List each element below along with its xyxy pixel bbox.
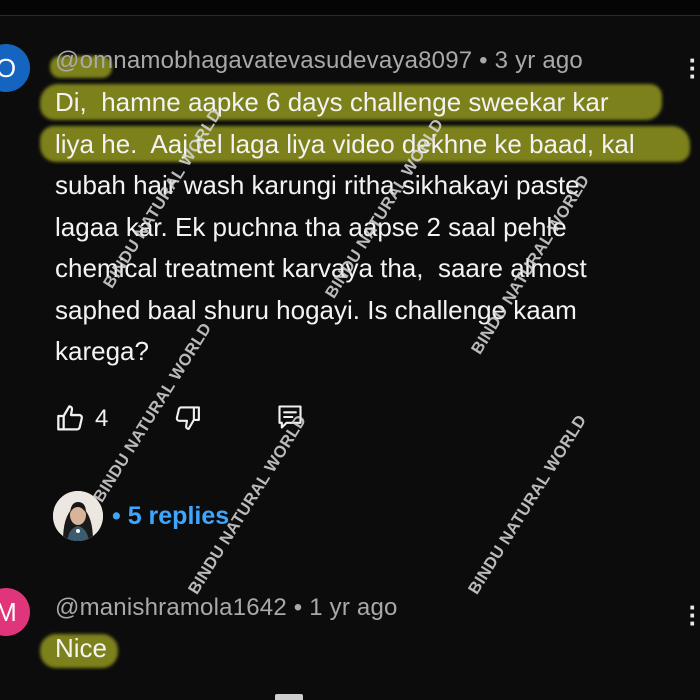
watermark: BINDU NATURAL WORLD: [465, 411, 591, 598]
comment-line: saphed baal shuru hogayi. Is challenge k…: [55, 294, 577, 325]
commenter-avatar[interactable]: O: [0, 44, 30, 92]
bottom-handle: [275, 694, 303, 700]
like-button[interactable]: [55, 402, 87, 434]
comment-line: Di, hamne aapke 6 days challenge sweekar…: [55, 87, 609, 117]
comment-text: Nice: [55, 633, 108, 663]
comment-meta[interactable]: @manishramola1642 • 1 yr ago: [55, 594, 398, 622]
more-vert-icon[interactable]: · · ·: [688, 47, 698, 89]
comment-line: chemical treatment karvaya tha, saare al…: [55, 253, 587, 283]
thumb-up-icon: [57, 405, 84, 431]
dislike-button[interactable]: [172, 402, 202, 434]
avatar-letter: M: [0, 596, 17, 627]
like-count: 4: [95, 405, 109, 432]
commenter-avatar[interactable]: M: [0, 588, 30, 636]
comment-line: liya he. Aaj tel laga liya video dekhne …: [55, 128, 635, 159]
comment-meta[interactable]: @omnamobhagavatevasudevaya8097 • 3 yr ag…: [55, 47, 583, 75]
thumb-down-icon: [175, 406, 200, 430]
avatar-letter: O: [0, 52, 17, 83]
view-replies-link[interactable]: • 5 replies: [112, 502, 229, 531]
comment-line: karega?: [55, 336, 149, 366]
more-vert-icon[interactable]: · · ·: [688, 594, 698, 636]
top-divider: [0, 0, 700, 16]
